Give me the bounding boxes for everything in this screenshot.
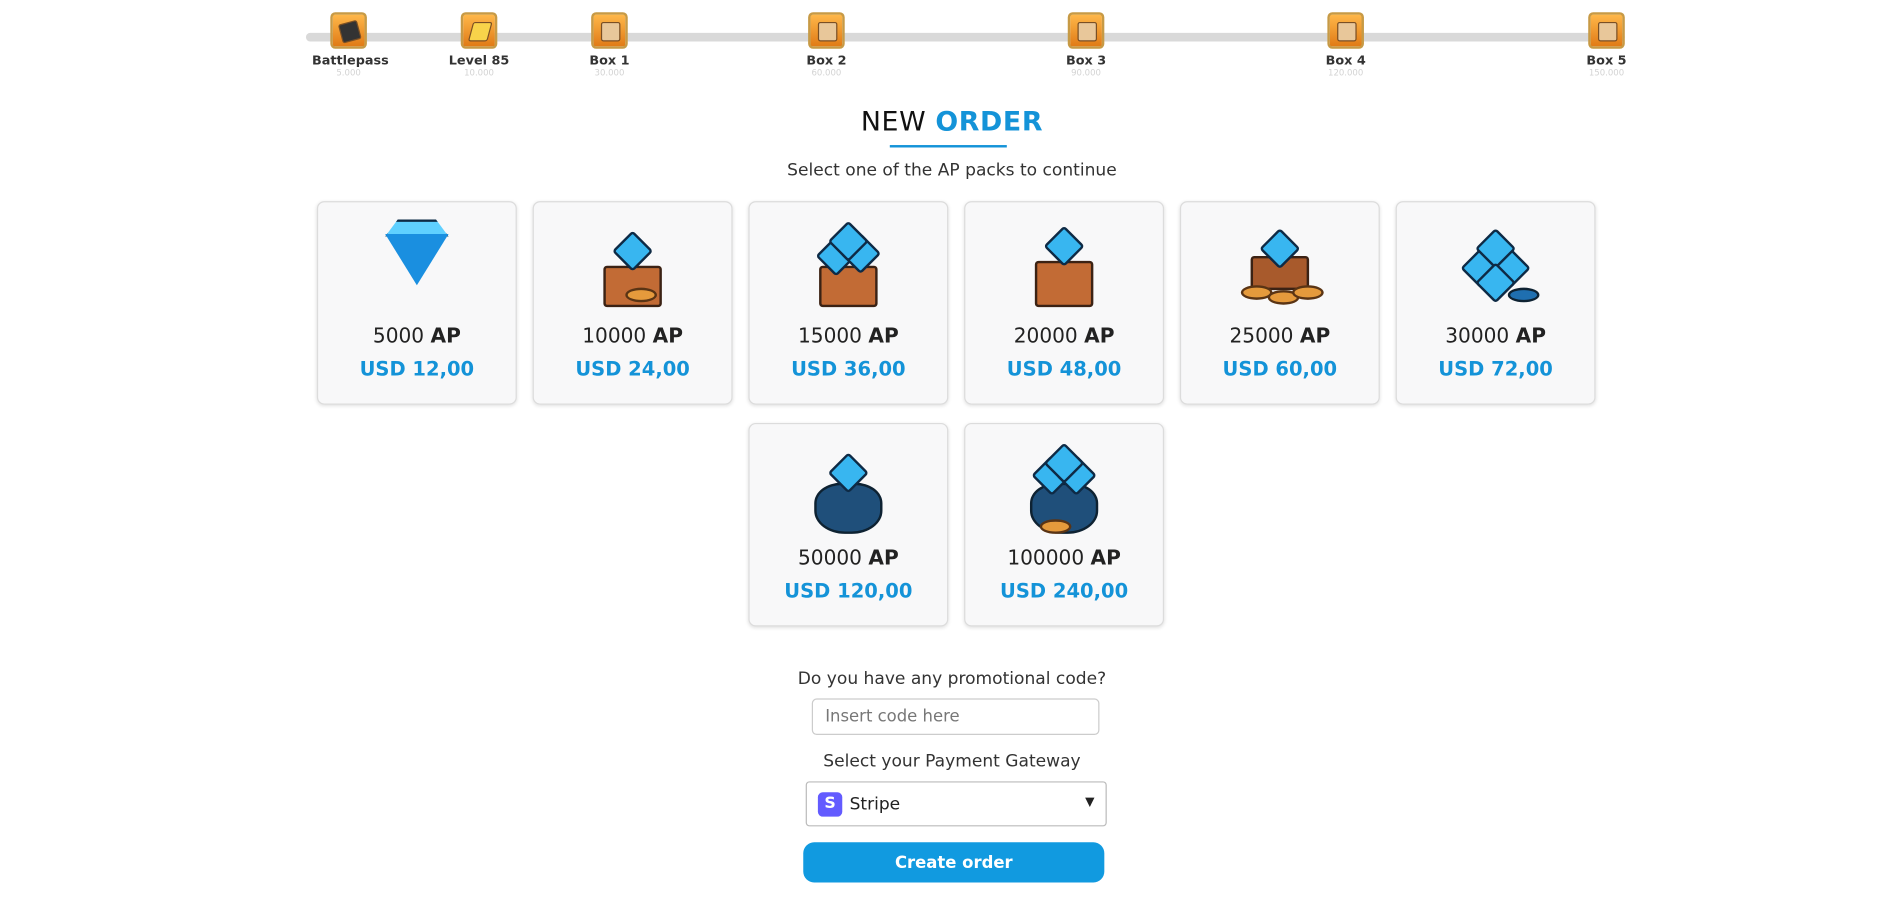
chest-icon (1067, 12, 1105, 49)
milestone-label: Box 3 (1065, 53, 1107, 69)
title-underline (889, 145, 1007, 148)
milestone-value: 150.000 (1588, 68, 1625, 79)
gem-coins-icon (1231, 227, 1329, 314)
milestone-label: Box 2 (806, 53, 847, 69)
pack-card-100000[interactable]: 100000 AP USD 240,00 (964, 422, 1165, 627)
milestone-label: Box 5 (1586, 53, 1627, 69)
milestone-value: 5.000 (336, 68, 361, 79)
pack-price: USD 12,00 (359, 357, 475, 381)
payment-gateway-label: Select your Payment Gateway (823, 752, 1081, 772)
pack-amount: 25000 AP (1229, 324, 1331, 348)
pack-amount: 50000 AP (797, 546, 899, 570)
pack-card-15000[interactable]: 15000 AP USD 36,00 (748, 201, 949, 405)
chest-icon (1327, 12, 1364, 49)
pack-price: USD 72,00 (1438, 357, 1553, 381)
pack-card-20000[interactable]: 20000 AP USD 48,00 (964, 201, 1165, 405)
pack-card-25000[interactable]: 25000 AP USD 60,00 (1179, 201, 1380, 405)
promo-code-label: Do you have any promotional code? (797, 669, 1107, 689)
pack-card-5000[interactable]: 5000 AP USD 12,00 (316, 201, 517, 405)
gem-crate-icon (584, 229, 682, 314)
milestone-box-5: Box 5 150.000 (1570, 12, 1643, 78)
milestone-label: Box 1 (589, 53, 630, 69)
pack-amount: 10000 AP (582, 324, 683, 348)
payment-gateway-select[interactable]: S Stripe ▼ (805, 781, 1107, 827)
chest-icon (1588, 12, 1625, 49)
pack-price: USD 60,00 (1222, 357, 1338, 381)
pack-price: USD 120,00 (784, 578, 913, 603)
milestone-label: Box 4 (1325, 53, 1366, 69)
pack-amount: 5000 AP (372, 324, 461, 348)
page-title: NEW ORDER (0, 107, 1904, 137)
milestone-value: 120.000 (1328, 68, 1364, 79)
milestone-box-4: Box 4 120.000 (1309, 12, 1382, 78)
gem-crate-icon (800, 220, 898, 314)
diamond-icon (368, 219, 466, 314)
milestone-level: Level 85 10.000 (442, 12, 515, 78)
pack-card-10000[interactable]: 10000 AP USD 24,00 (532, 201, 733, 405)
pack-card-30000[interactable]: 30000 AP USD 72,00 (1395, 201, 1596, 405)
milestone-value: 60.000 (811, 68, 842, 79)
battlepass-icon (330, 12, 367, 49)
milestone-box-3: Box 3 90.000 (1049, 12, 1122, 78)
milestone-value: 10.000 (464, 68, 494, 79)
pack-amount: 15000 AP (797, 324, 899, 348)
page-subtitle: Select one of the AP packs to continue (787, 160, 1117, 181)
milestone-value: 30.000 (594, 68, 625, 79)
pack-amount: 30000 AP (1445, 324, 1546, 348)
milestone-label: Level 85 (448, 53, 510, 69)
payment-gateway-value: Stripe (849, 794, 901, 815)
milestone-box-1: Box 1 30.000 (573, 12, 646, 78)
chest-icon (591, 12, 628, 49)
pack-price: USD 36,00 (791, 357, 906, 381)
pack-amount: 100000 AP (1007, 546, 1121, 570)
stripe-logo-icon: S (817, 792, 843, 817)
gem-bag-icon (800, 451, 898, 536)
milestone-box-2: Box 2 60.000 (790, 12, 863, 78)
pack-price: USD 240,00 (1000, 578, 1129, 603)
gem-pile-icon (1447, 227, 1545, 314)
promo-code-input[interactable] (811, 698, 1100, 735)
gem-chest-icon (1015, 225, 1113, 314)
pack-price: USD 24,00 (575, 357, 690, 381)
page-title-accent: ORDER (935, 107, 1044, 138)
pack-price: USD 48,00 (1006, 357, 1122, 381)
chest-icon (808, 12, 845, 49)
pack-card-50000[interactable]: 50000 AP USD 120,00 (748, 422, 949, 627)
dropdown-arrow-icon: ▼ (1085, 795, 1095, 810)
pack-amount: 20000 AP (1013, 324, 1115, 348)
page-title-plain: NEW (860, 107, 927, 138)
level-icon (460, 12, 498, 49)
gem-bag-coins-icon (1015, 442, 1113, 536)
milestone-label: Battlepass (312, 53, 389, 69)
milestone-battlepass: Battlepass 5.000 (312, 12, 389, 79)
create-order-button[interactable]: Create order (803, 842, 1105, 883)
milestone-value: 90.000 (1071, 68, 1101, 79)
